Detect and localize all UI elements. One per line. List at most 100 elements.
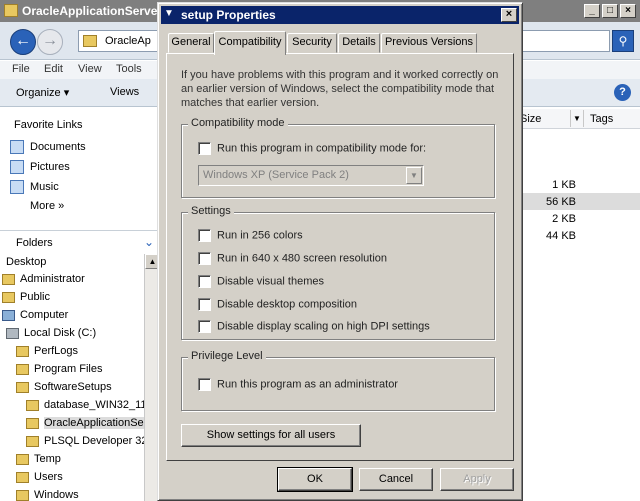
column-size[interactable]: Size xyxy=(520,113,541,125)
drive-icon xyxy=(6,327,19,339)
close-icon[interactable]: × xyxy=(501,8,517,22)
folder-icon xyxy=(16,345,29,357)
tree-item-plsql-developer[interactable]: PLSQL Developer 32b xyxy=(26,435,154,452)
folder-icon xyxy=(16,381,29,393)
chevron-down-icon[interactable]: ⌄ xyxy=(144,235,154,249)
tree-item-administrator[interactable]: Administrator xyxy=(2,273,85,290)
run-640x480-checkbox[interactable]: Run in 640 x 480 screen resolution xyxy=(198,252,387,266)
cancel-button[interactable]: Cancel xyxy=(359,468,433,491)
chevron-down-icon[interactable]: ▼ xyxy=(406,167,422,184)
documents-icon xyxy=(10,140,24,154)
folder-icon xyxy=(83,35,97,47)
tab-general[interactable]: General xyxy=(168,33,214,53)
views-button[interactable]: Views xyxy=(110,86,139,98)
search-icon[interactable]: ⚲ xyxy=(612,30,634,52)
favorite-links-title: Favorite Links xyxy=(14,119,83,131)
tab-previous-versions[interactable]: Previous Versions xyxy=(381,33,477,53)
checkbox-box[interactable] xyxy=(198,378,211,391)
column-tags[interactable]: Tags xyxy=(590,113,613,125)
favorite-pictures[interactable]: Pictures xyxy=(10,160,70,176)
forward-arrow-icon[interactable]: → xyxy=(37,29,63,55)
favorite-documents[interactable]: Documents xyxy=(10,140,86,156)
back-arrow-icon[interactable]: ← xyxy=(10,29,36,55)
checkbox-box[interactable] xyxy=(198,229,211,242)
folders-header[interactable]: Folders ⌄ xyxy=(0,230,160,254)
tab-security[interactable]: Security xyxy=(287,33,337,53)
organize-button[interactable]: Organize ▾ xyxy=(16,86,69,99)
compatibility-mode-checkbox[interactable]: Run this program in compatibility mode f… xyxy=(198,142,426,156)
menu-edit[interactable]: Edit xyxy=(44,63,63,75)
folder-icon xyxy=(16,489,29,501)
checkbox-box[interactable] xyxy=(198,298,211,311)
folder-icon xyxy=(4,4,18,17)
folder-icon xyxy=(26,399,39,411)
checkbox-box[interactable] xyxy=(198,275,211,288)
favorite-music[interactable]: Music xyxy=(10,180,59,196)
tab-details[interactable]: Details xyxy=(338,33,380,53)
explorer-title: OracleApplicationServer xyxy=(22,4,163,18)
search-input[interactable] xyxy=(518,30,610,52)
close-button[interactable]: × xyxy=(620,4,636,18)
menu-file[interactable]: File xyxy=(12,63,30,75)
navigation-pane: Favorite Links Documents Pictures Music … xyxy=(0,107,160,501)
menu-view[interactable]: View xyxy=(78,63,102,75)
address-bar[interactable]: OracleAp xyxy=(78,30,168,52)
folder-icon xyxy=(16,453,29,465)
selected-row-highlight[interactable] xyxy=(520,193,640,210)
chevron-down-icon[interactable]: ▼ xyxy=(570,110,584,127)
apply-button[interactable]: Apply xyxy=(440,468,514,491)
tree-item-computer[interactable]: Computer xyxy=(2,309,68,326)
compatibility-panel: If you have problems with this program a… xyxy=(166,53,514,461)
tree-item-local-disk[interactable]: Local Disk (C:) xyxy=(6,327,96,344)
minimize-button[interactable]: _ xyxy=(584,4,600,18)
intro-text: If you have problems with this program a… xyxy=(181,69,499,109)
privilege-level-group: Privilege Level Run this program as an a… xyxy=(181,350,495,411)
file-list: Size ▼ Tags 1 KB 56 KB 2 KB 44 KB xyxy=(520,107,640,501)
folder-icon xyxy=(26,435,39,447)
tree-item-windows[interactable]: Windows xyxy=(16,489,79,501)
dialog-title-bar[interactable]: ▼ setup Properties × xyxy=(161,6,519,24)
properties-dialog: ▼ setup Properties × General Compatibili… xyxy=(157,2,523,501)
group-title: Compatibility mode xyxy=(188,117,288,129)
run-as-administrator-checkbox[interactable]: Run this program as an administrator xyxy=(198,378,398,392)
disable-dpi-scaling-checkbox[interactable]: Disable display scaling on high DPI sett… xyxy=(198,320,430,334)
group-title: Settings xyxy=(188,205,234,217)
run-256-colors-checkbox[interactable]: Run in 256 colors xyxy=(198,229,303,243)
pictures-icon xyxy=(10,160,24,174)
compatibility-mode-group: Compatibility mode Run this program in c… xyxy=(181,117,495,198)
file-size: 56 KB xyxy=(546,196,576,208)
file-size: 44 KB xyxy=(546,230,576,242)
maximize-button[interactable]: □ xyxy=(602,4,618,18)
tree-item-temp[interactable]: Temp xyxy=(16,453,61,470)
tab-compatibility[interactable]: Compatibility xyxy=(214,31,286,55)
folders-title: Folders xyxy=(16,237,53,249)
disable-desktop-composition-checkbox[interactable]: Disable desktop composition xyxy=(198,298,357,312)
tree-item-oracleapplicationserver[interactable]: OracleApplicationSer xyxy=(26,417,148,434)
window-menu-icon[interactable]: ▼ xyxy=(164,8,174,19)
tree-item-users[interactable]: Users xyxy=(16,471,63,488)
tree-item-public[interactable]: Public xyxy=(2,291,50,308)
checkbox-box[interactable] xyxy=(198,142,211,155)
disable-visual-themes-checkbox[interactable]: Disable visual themes xyxy=(198,275,324,289)
tree-item-softwaresetups[interactable]: SoftwareSetups xyxy=(16,381,112,398)
tree-item-perflogs[interactable]: PerfLogs xyxy=(16,345,78,362)
address-text: OracleAp xyxy=(105,35,151,47)
show-settings-all-users-button[interactable]: Show settings for all users xyxy=(181,424,361,447)
compatibility-mode-select[interactable]: Windows XP (Service Pack 2) ▼ xyxy=(198,165,424,186)
folder-icon xyxy=(2,273,15,285)
menu-tools[interactable]: Tools xyxy=(116,63,142,75)
music-icon xyxy=(10,180,24,194)
checkbox-box[interactable] xyxy=(198,252,211,265)
checkbox-box[interactable] xyxy=(198,320,211,333)
tree-item-database[interactable]: database_WIN32_11 xyxy=(26,399,147,416)
file-size: 1 KB xyxy=(552,179,576,191)
ok-button[interactable]: OK xyxy=(277,467,353,492)
help-icon[interactable]: ? xyxy=(614,84,631,101)
folder-icon xyxy=(26,417,39,429)
computer-icon xyxy=(2,309,15,321)
tree-item-program-files[interactable]: Program Files xyxy=(16,363,102,380)
settings-group: Settings Run in 256 colors Run in 640 x … xyxy=(181,205,495,340)
more-link[interactable]: More » xyxy=(30,200,64,216)
tree-item-desktop[interactable]: Desktop xyxy=(6,256,46,273)
folder-icon xyxy=(2,291,15,303)
